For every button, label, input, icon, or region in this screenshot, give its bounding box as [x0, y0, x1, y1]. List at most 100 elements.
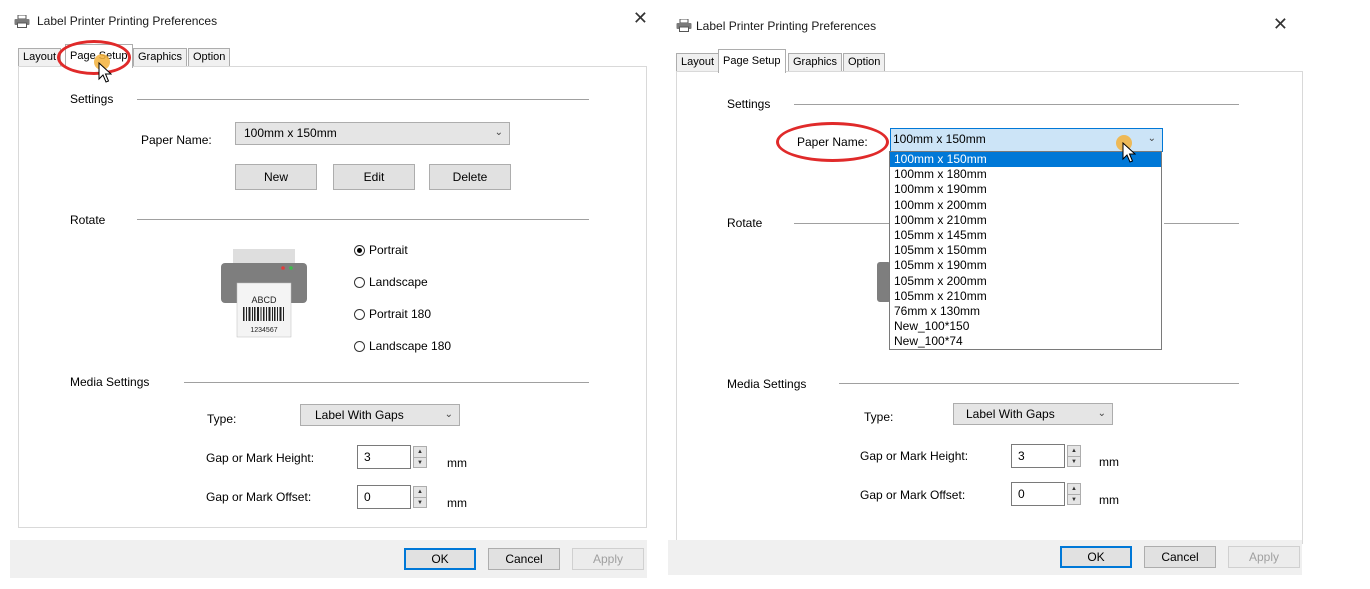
- paper-name-label: Paper Name:: [141, 133, 212, 147]
- radio-icon: [354, 341, 365, 352]
- divider: [1164, 223, 1239, 224]
- divider: [839, 383, 1239, 384]
- radio-selected-icon: [354, 245, 365, 256]
- divider: [794, 223, 889, 224]
- radio-landscape[interactable]: Landscape: [354, 275, 428, 289]
- printer-label-illustration: ABCD 1234567: [221, 249, 307, 338]
- mouse-cursor-icon: [98, 62, 112, 83]
- radio-label: Landscape: [369, 275, 428, 289]
- spin-down-icon[interactable]: ▼: [1068, 495, 1080, 505]
- divider: [137, 99, 589, 100]
- tab-option[interactable]: Option: [188, 48, 231, 67]
- gap-offset-input[interactable]: 0: [357, 485, 411, 509]
- spin-down-icon[interactable]: ▼: [414, 498, 426, 508]
- list-item[interactable]: 100mm x 190mm: [890, 182, 1161, 197]
- list-item[interactable]: 105mm x 145mm: [890, 228, 1161, 243]
- gap-height-unit: mm: [1099, 455, 1119, 469]
- media-type-value: Label With Gaps: [966, 407, 1055, 421]
- spin-up-icon[interactable]: ▲: [1068, 484, 1080, 495]
- list-item[interactable]: New_100*150: [890, 319, 1161, 334]
- ok-button[interactable]: OK: [404, 548, 476, 570]
- chevron-down-icon: ⌄: [444, 409, 453, 420]
- list-item[interactable]: 105mm x 200mm: [890, 274, 1161, 289]
- tab-layout[interactable]: Layout: [18, 48, 62, 67]
- rotate-section-label: Rotate: [727, 216, 763, 230]
- media-type-value: Label With Gaps: [315, 408, 404, 422]
- gap-offset-unit: mm: [447, 496, 467, 510]
- gap-height-input[interactable]: 3: [357, 445, 411, 469]
- dialog-title: Label Printer Printing Preferences: [696, 19, 877, 33]
- new-button[interactable]: New: [235, 164, 317, 190]
- paper-name-dropdown[interactable]: 100mm x 150mm ⌄: [235, 122, 510, 145]
- radio-portrait[interactable]: Portrait: [354, 243, 408, 257]
- tab-graphics[interactable]: Graphics: [133, 48, 188, 67]
- gap-height-unit: mm: [447, 456, 467, 470]
- printing-preferences-dialog-1: Label Printer Printing Preferences ✕ Lay…: [0, 0, 660, 589]
- mouse-cursor-icon: [1122, 142, 1136, 163]
- list-item[interactable]: 100mm x 150mm: [890, 152, 1161, 168]
- spin-arrows[interactable]: ▲ ▼: [1067, 483, 1081, 505]
- gap-height-label: Gap or Mark Height:: [206, 451, 315, 465]
- paper-name-label: Paper Name:: [797, 135, 868, 149]
- spin-arrows[interactable]: ▲ ▼: [413, 446, 427, 468]
- list-item[interactable]: 105mm x 210mm: [890, 289, 1161, 304]
- radio-icon: [354, 309, 365, 320]
- gap-offset-label: Gap or Mark Offset:: [860, 488, 966, 502]
- printer-icon: [676, 19, 692, 32]
- type-label: Type:: [864, 410, 894, 424]
- chevron-down-icon: ⌄: [1147, 133, 1156, 144]
- list-item[interactable]: 76mm x 130mm: [890, 304, 1161, 319]
- list-item[interactable]: 100mm x 180mm: [890, 167, 1161, 182]
- tab-graphics[interactable]: Graphics: [788, 53, 843, 72]
- radio-label: Portrait 180: [369, 307, 432, 321]
- spin-arrows[interactable]: ▲ ▼: [413, 486, 427, 508]
- chevron-down-icon: ⌄: [1097, 408, 1106, 419]
- dialog-footer: OK Cancel Apply: [668, 540, 1302, 575]
- close-icon[interactable]: ✕: [633, 9, 648, 27]
- list-item[interactable]: 100mm x 200mm: [890, 198, 1161, 213]
- gap-offset-label: Gap or Mark Offset:: [206, 490, 312, 504]
- media-type-dropdown[interactable]: Label With Gaps ⌄: [953, 403, 1113, 425]
- title-bar: Label Printer Printing Preferences ✕: [0, 0, 660, 36]
- close-icon[interactable]: ✕: [1273, 15, 1288, 33]
- gap-offset-input[interactable]: 0: [1011, 482, 1065, 506]
- paper-name-value: 100mm x 150mm: [244, 126, 337, 140]
- settings-section-label: Settings: [727, 97, 771, 111]
- illustration-text: ABCD: [251, 295, 277, 305]
- printer-icon: [14, 15, 30, 28]
- media-settings-section-label: Media Settings: [727, 377, 807, 391]
- rotate-section-label: Rotate: [70, 213, 106, 227]
- page-setup-panel: Settings Paper Name: 100mm x 150mm ⌄ New…: [18, 66, 647, 528]
- ok-button[interactable]: OK: [1060, 546, 1132, 568]
- cancel-button[interactable]: Cancel: [488, 548, 560, 570]
- dialog-footer: OK Cancel Apply: [10, 540, 647, 578]
- tab-option[interactable]: Option: [843, 53, 886, 72]
- paper-name-dropdown-list[interactable]: 100mm x 150mm 100mm x 180mm 100mm x 190m…: [889, 151, 1162, 350]
- delete-button[interactable]: Delete: [429, 164, 511, 190]
- list-item[interactable]: New_100*74: [890, 334, 1161, 349]
- edit-button[interactable]: Edit: [333, 164, 415, 190]
- divider: [794, 104, 1239, 105]
- spin-up-icon[interactable]: ▲: [414, 487, 426, 498]
- tab-layout[interactable]: Layout: [676, 53, 720, 72]
- gap-height-input[interactable]: 3: [1011, 444, 1065, 468]
- divider: [184, 382, 589, 383]
- list-item[interactable]: 105mm x 150mm: [890, 243, 1161, 258]
- spin-up-icon[interactable]: ▲: [414, 447, 426, 458]
- spin-arrows[interactable]: ▲ ▼: [1067, 445, 1081, 467]
- radio-portrait-180[interactable]: Portrait 180: [354, 307, 431, 321]
- spin-down-icon[interactable]: ▼: [414, 458, 426, 468]
- settings-section-label: Settings: [70, 92, 114, 106]
- list-item[interactable]: 105mm x 190mm: [890, 258, 1161, 273]
- cancel-button[interactable]: Cancel: [1144, 546, 1216, 568]
- media-type-dropdown[interactable]: Label With Gaps ⌄: [300, 404, 460, 426]
- illustration-number: 1234567: [250, 327, 277, 334]
- tab-page-setup[interactable]: Page Setup: [718, 49, 786, 73]
- spin-down-icon[interactable]: ▼: [1068, 457, 1080, 467]
- type-label: Type:: [207, 412, 237, 426]
- list-item[interactable]: 100mm x 210mm: [890, 213, 1161, 228]
- spin-up-icon[interactable]: ▲: [1068, 446, 1080, 457]
- chevron-down-icon: ⌄: [494, 127, 503, 138]
- radio-landscape-180[interactable]: Landscape 180: [354, 339, 451, 353]
- gap-height-label: Gap or Mark Height:: [860, 449, 969, 463]
